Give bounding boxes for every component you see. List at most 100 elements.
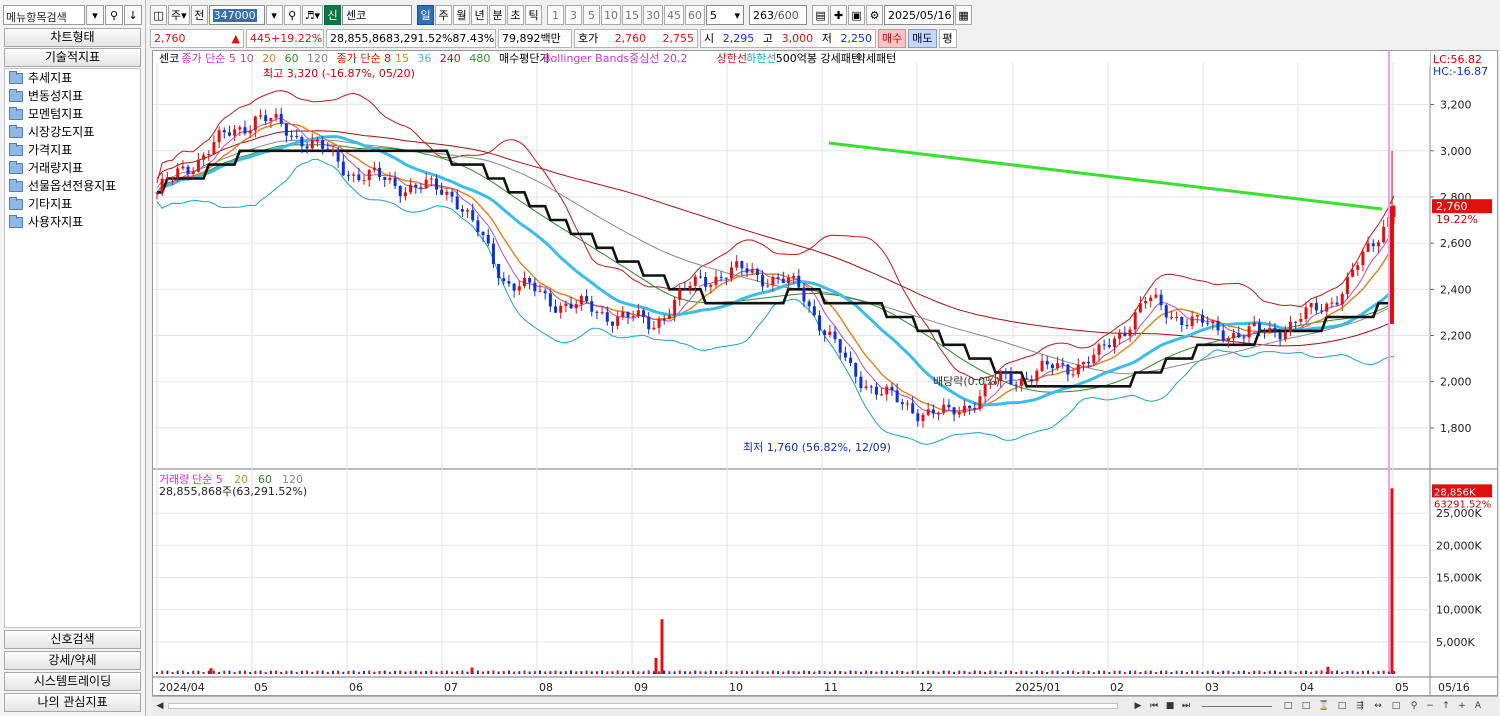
volume-bar — [1160, 670, 1163, 674]
quote-bar: 2,760 ▲ 445 +19.22% 28,855,868 3,291.52% 87.… — [150, 28, 990, 48]
minute-button-30[interactable]: 30 — [643, 5, 664, 25]
candle-body — [1200, 315, 1204, 323]
candle-body — [678, 288, 682, 300]
chart-area[interactable]: 2024/04 05 06 07 08 09 10 11 12 2025/01 02 03 04 05 05… — [152, 50, 1498, 696]
tool-icon[interactable]: ↔ — [1372, 700, 1384, 713]
tab-my-indicators[interactable]: 나의 관심지표 — [4, 693, 141, 712]
tab-technical-indicators[interactable]: 기술적지표 — [4, 48, 141, 67]
search-icon[interactable]: ⚲ — [105, 5, 123, 25]
tool-icon[interactable]: ⌛ — [1318, 700, 1330, 713]
tab-bull-bear[interactable]: 강세/약세 — [4, 651, 141, 670]
text-icon[interactable]: A — [1472, 700, 1484, 713]
tree-item-other[interactable]: 기타지표 — [5, 195, 140, 213]
layout-icon[interactable]: ◫ — [150, 5, 167, 25]
tool-icon[interactable]: ⇶ — [1354, 700, 1366, 713]
scroll-right-icon[interactable]: ▶ — [1132, 700, 1144, 713]
calendar-icon[interactable]: ▦ — [955, 5, 973, 25]
tool-icon[interactable]: □ — [1300, 700, 1312, 713]
menu-search-input[interactable]: 메뉴항목검색 — [3, 5, 85, 25]
period-button-week[interactable]: 주 — [435, 5, 453, 25]
count-field[interactable]: 263/600 — [749, 5, 808, 25]
tree-item-futures[interactable]: 선물옵션전용지표 — [5, 177, 140, 195]
scroll-left-icon[interactable]: ◀ — [154, 700, 166, 713]
save-icon[interactable]: ▣ — [848, 5, 866, 25]
minute-button-1[interactable]: 1 — [547, 5, 565, 25]
period-button-year[interactable]: 년 — [471, 5, 489, 25]
scroll-track[interactable] — [168, 703, 1118, 709]
period-button-month[interactable]: 월 — [453, 5, 471, 25]
chart-scroll-bar[interactable]: ◀ ▶ ⏮ ■ ⏭ □ □ ⌛ □ ⇶ ↔ □ ⚲ − ↑ + A — [152, 696, 1498, 716]
tab-chart-type[interactable]: 차트형태 — [4, 28, 141, 47]
y-tick-label: 1,800 — [1440, 422, 1472, 435]
candle-body — [1050, 364, 1054, 369]
candle-body — [750, 269, 754, 273]
volume-bar — [264, 671, 267, 674]
tree-item-strength[interactable]: 시장강도지표 — [5, 123, 140, 141]
tab-system-trading[interactable]: 시스템트레이딩 — [4, 672, 141, 691]
speaker-icon[interactable]: ♬▾ — [301, 5, 324, 25]
first-icon[interactable]: ⏮ — [1148, 700, 1160, 713]
volume-bar — [243, 670, 246, 674]
tree-item-volatility[interactable]: 변동성지표 — [5, 87, 140, 105]
candle-icon[interactable]: ▤ — [812, 5, 830, 25]
arrow-down-icon[interactable]: ↓ — [124, 5, 142, 25]
volume-bar — [673, 671, 676, 674]
search-icon[interactable]: ⚲ — [283, 5, 301, 25]
tree-item-price[interactable]: 가격지표 — [5, 141, 140, 159]
tree-item-volume[interactable]: 거래량지표 — [5, 159, 140, 177]
candle-body — [1340, 293, 1344, 305]
gear-icon[interactable]: ⚙ — [866, 5, 884, 25]
minute-button-60[interactable]: 60 — [685, 5, 706, 25]
date-field[interactable]: 2025/05/16 — [884, 5, 955, 25]
legend-item: 10 — [240, 52, 254, 65]
candle-body — [202, 155, 206, 160]
last-icon[interactable]: ⏭ — [1180, 700, 1192, 713]
stock-name-field[interactable]: 센코 — [342, 5, 413, 25]
volume-bar — [1315, 670, 1318, 674]
candle-body — [1097, 344, 1101, 355]
minute-button-15[interactable]: 15 — [622, 5, 643, 25]
volume-bar — [1097, 670, 1100, 674]
volume-bar — [1299, 670, 1302, 674]
period-button-second[interactable]: 초 — [507, 5, 525, 25]
prev-button[interactable]: 전 — [190, 5, 208, 25]
tree-item-momentum[interactable]: 모멘텀지표 — [5, 105, 140, 123]
period-button-minute[interactable]: 분 — [489, 5, 507, 25]
up-arrow-icon[interactable]: ↑ — [1440, 700, 1452, 713]
candle-body — [1081, 361, 1085, 365]
minus-icon[interactable]: − — [1424, 700, 1436, 713]
dividend-annotation: 배당락(0.0%) — [933, 375, 1000, 388]
code-dropdown[interactable]: ▾ — [265, 5, 283, 25]
zoom-slider[interactable] — [1202, 706, 1272, 707]
crosshair-icon[interactable]: ✚ — [830, 5, 848, 25]
tab-signal-search[interactable]: 신호검색 — [4, 630, 141, 649]
x-tick-label: 07 — [444, 681, 458, 694]
tree-item-trend[interactable]: 추세지표 — [5, 69, 140, 87]
period-button-tick[interactable]: 틱 — [525, 5, 543, 25]
minute-button-3[interactable]: 3 — [565, 5, 583, 25]
sell-button[interactable]: 매도 — [908, 28, 937, 48]
eval-button[interactable]: 평 — [938, 28, 957, 48]
folder-icon — [9, 214, 23, 228]
volume-bar — [782, 671, 785, 674]
tree-item-user[interactable]: 사용자지표 — [5, 213, 140, 231]
stop-icon[interactable]: ■ — [1164, 700, 1176, 713]
buy-button[interactable]: 매수 — [878, 28, 907, 48]
ohl-box: 시 2,295 고 3,000 저 2,250 — [700, 28, 876, 48]
tool-icon[interactable]: □ — [1336, 700, 1348, 713]
plus-icon[interactable]: + — [1456, 700, 1468, 713]
minute-button-5[interactable]: 5 — [583, 5, 601, 25]
candle-body — [1382, 226, 1386, 243]
interval-select[interactable]: 5 ▾ — [706, 5, 745, 25]
stock-code-input[interactable]: 347000 — [208, 5, 265, 25]
minute-button-10[interactable]: 10 — [601, 5, 622, 25]
period-type-select[interactable]: 주 ▾ — [168, 5, 190, 25]
stock-chart[interactable]: 2024/04 05 06 07 08 09 10 11 12 2025/01 02 03 04 05 05… — [153, 51, 1497, 695]
zoom-icon[interactable]: ⚲ — [1408, 700, 1420, 713]
tool-icon[interactable]: □ — [1282, 700, 1294, 713]
period-button-day[interactable]: 일 — [417, 5, 435, 25]
indicator-tree: 추세지표 변동성지표 모멘텀지표 시장강도지표 가격지표 거래량지표 선물옵션전… — [4, 68, 141, 628]
tool-icon[interactable]: □ — [1390, 700, 1402, 713]
chevron-down-icon[interactable]: ▾ — [86, 5, 104, 25]
minute-button-45[interactable]: 45 — [664, 5, 685, 25]
